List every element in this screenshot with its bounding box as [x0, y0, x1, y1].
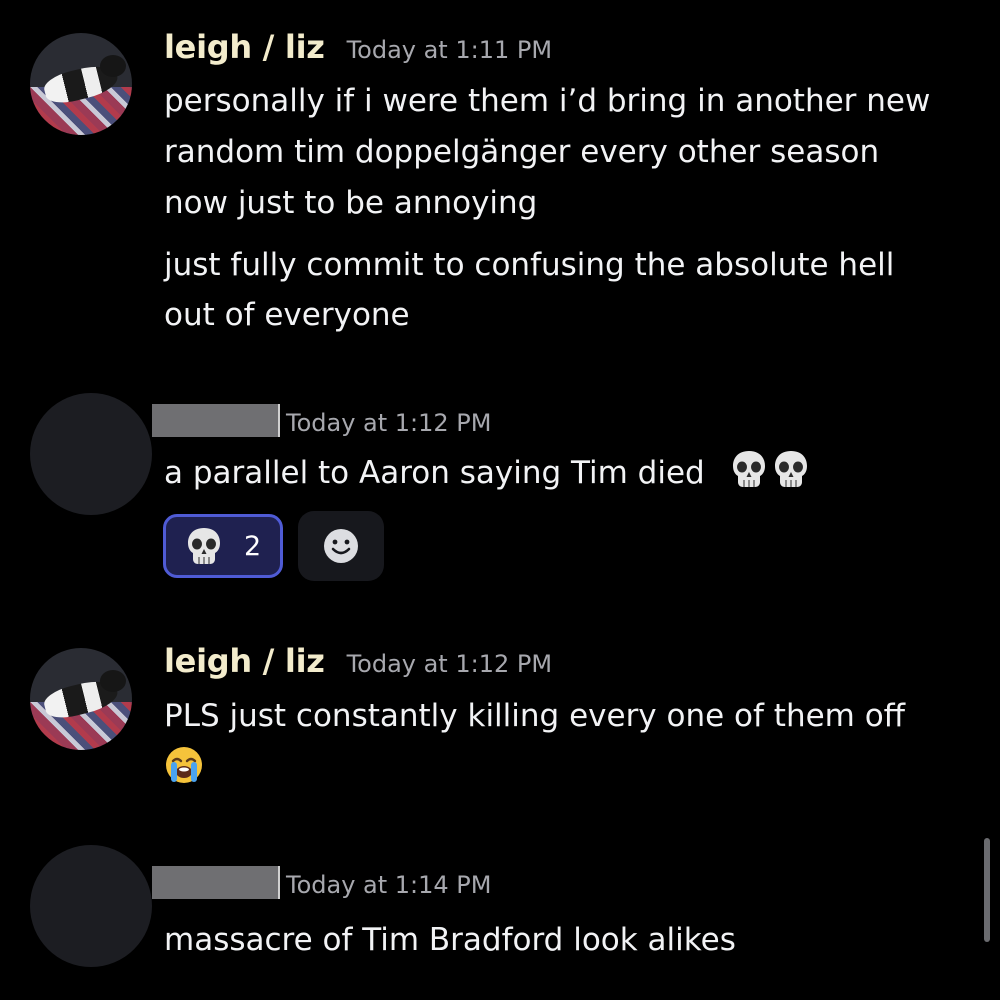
chat-log: leigh / liz Today at 1:11 PM personally … [0, 0, 1000, 1000]
avatar-cat-head [100, 670, 126, 692]
timestamp: Today at 1:14 PM [286, 871, 492, 899]
message-header: Today at 1:12 PM [152, 398, 492, 444]
message-text: now just to be annoying [164, 185, 538, 221]
skull-icon [731, 449, 767, 489]
avatar[interactable] [30, 33, 132, 135]
redacted-username [152, 404, 280, 437]
timestamp: Today at 1:11 PM [346, 36, 553, 64]
skull-icon [773, 449, 809, 489]
message-text: PLS just constantly killing every one of… [164, 698, 906, 734]
avatar-cat-head [100, 55, 126, 77]
timestamp: Today at 1:12 PM [346, 650, 553, 678]
message-header: leigh / liz Today at 1:11 PM [164, 28, 552, 74]
scrollbar[interactable] [984, 838, 990, 942]
message-text: personally if i were them i’d bring in a… [164, 83, 931, 119]
message-text: random tim doppelgänger every other seas… [164, 134, 880, 170]
reaction-skull[interactable]: 2 [163, 514, 283, 578]
skull-icon [186, 526, 222, 566]
smiley-icon [322, 527, 360, 565]
timestamp: Today at 1:12 PM [286, 409, 492, 437]
redacted-username [152, 866, 280, 899]
username[interactable]: leigh / liz [164, 642, 325, 680]
message-text: out of everyone [164, 297, 410, 333]
loudly-crying-face-icon [164, 745, 204, 785]
avatar[interactable] [30, 393, 152, 515]
message-text: a parallel to Aaron saying Tim died [164, 455, 705, 491]
message-text: massacre of Tim Bradford look alikes [164, 922, 736, 958]
username[interactable]: leigh / liz [164, 28, 325, 66]
reaction-count: 2 [244, 530, 262, 562]
message-text-row: a parallel to Aaron saying Tim died [164, 443, 809, 499]
avatar[interactable] [30, 648, 132, 750]
add-reaction-button[interactable] [298, 511, 384, 581]
message-text: just fully commit to confusing the absol… [164, 247, 895, 283]
message-header: leigh / liz Today at 1:12 PM [164, 642, 552, 688]
message-header: Today at 1:14 PM [152, 860, 492, 906]
avatar[interactable] [30, 845, 152, 967]
